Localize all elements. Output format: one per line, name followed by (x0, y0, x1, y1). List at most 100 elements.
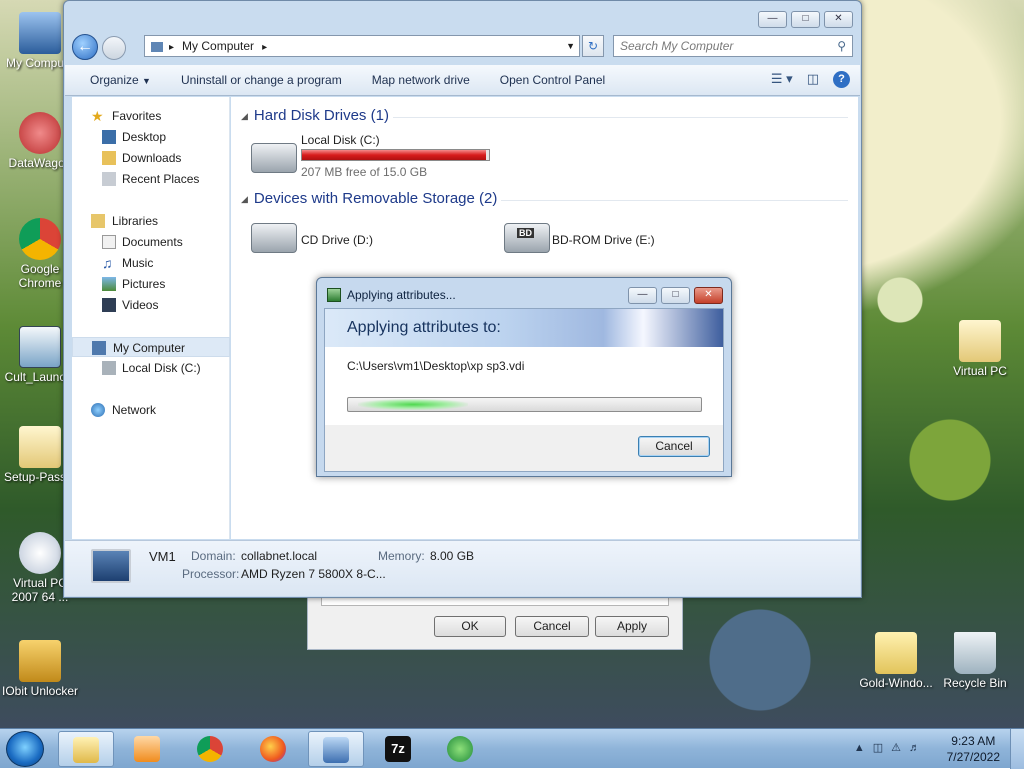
view-controls: ☰ ▾ ◫ ? (771, 71, 850, 88)
taskbar-download-manager[interactable] (433, 731, 489, 767)
group-hard-disk-drives[interactable]: ◢ Hard Disk Drives (1) (241, 107, 389, 124)
ok-button[interactable]: OK (434, 616, 506, 637)
chevron-right-icon: ▸ (169, 42, 175, 53)
group-removable-storage[interactable]: ◢ Devices with Removable Storage (2) (241, 190, 497, 207)
computer-name: VM1 (149, 549, 176, 564)
taskbar-7zip[interactable]: 7z (371, 731, 427, 767)
network-icon (91, 403, 105, 417)
taskbar-chrome[interactable] (183, 731, 239, 767)
refresh-button[interactable]: ↻ (582, 35, 604, 57)
domain-value: collabnet.local (241, 549, 318, 563)
uninstall-button[interactable]: Uninstall or change a program (166, 73, 357, 87)
folder-icon (19, 426, 61, 468)
cancel-button[interactable]: Cancel (638, 436, 710, 457)
minimize-button[interactable]: — (758, 11, 787, 28)
explorer-icon (73, 737, 99, 763)
desktop-icon-recycle-bin[interactable]: Recycle Bin (935, 632, 1015, 690)
drive-cd-d[interactable]: CD Drive (D:) (231, 217, 451, 265)
nav-network[interactable]: Network (72, 400, 230, 420)
close-button[interactable]: ✕ (824, 11, 853, 28)
taskbar-virtual-pc[interactable] (308, 731, 364, 767)
nav-downloads[interactable]: Downloads (72, 148, 230, 168)
nav-recent-places[interactable]: Recent Places (72, 169, 230, 189)
desktop-icon-iobit-unlocker[interactable]: IObit Unlocker (0, 640, 80, 698)
preview-pane-icon[interactable]: ◫ (807, 71, 819, 88)
window-controls: — □ ✕ (628, 287, 723, 304)
computer-icon (91, 549, 131, 583)
nav-libraries[interactable]: Libraries (72, 211, 230, 231)
nav-music[interactable]: ♫ Music (72, 253, 230, 273)
collapse-triangle-icon: ◢ (241, 110, 248, 121)
7zip-icon: 7z (385, 736, 411, 762)
properties-dialog: OK Cancel Apply (307, 598, 683, 650)
videos-icon (102, 298, 116, 312)
window-controls: — □ ✕ (758, 11, 853, 28)
desktop-icon-virtual-pc[interactable]: Virtual PC (940, 320, 1020, 378)
bd-drive-icon: BD (504, 223, 550, 253)
help-icon[interactable]: ? (833, 71, 850, 88)
computer-icon (19, 12, 61, 54)
address-bar[interactable]: ▸ My Computer ▸ ▼ (144, 35, 580, 57)
drive-name: CD Drive (D:) (301, 233, 373, 247)
drive-local-disk-c[interactable]: Local Disk (C:) 207 MB free of 15.0 GB (231, 127, 501, 187)
navigation-pane: ★ Favorites Desktop Downloads Recent Pla… (72, 97, 230, 539)
documents-icon (102, 235, 116, 249)
folder-icon (959, 320, 1001, 362)
domain-label: Domain: (191, 549, 236, 563)
show-desktop-button[interactable] (1010, 729, 1024, 769)
clock[interactable]: 9:23 AM 7/27/2022 (947, 733, 1000, 765)
collapse-triangle-icon: ◢ (241, 193, 248, 204)
nav-local-disk-c[interactable]: Local Disk (C:) (72, 358, 230, 378)
hard-drive-icon (251, 143, 297, 173)
cd-drive-icon (251, 223, 297, 253)
system-tray[interactable]: ▲◫⚠♬ (854, 741, 928, 754)
forward-button[interactable] (102, 36, 126, 60)
address-path: My Computer (182, 39, 255, 53)
nav-documents[interactable]: Documents (72, 232, 230, 252)
media-player-icon (134, 736, 160, 762)
drive-bd-rom-e[interactable]: BD BD-ROM Drive (E:) (486, 217, 706, 265)
progress-bar (347, 397, 702, 412)
chevron-right-icon: ▸ (262, 42, 268, 53)
hard-drive-icon (102, 361, 116, 375)
start-button[interactable] (6, 731, 44, 767)
minimize-button[interactable]: — (628, 287, 657, 304)
search-icon: ⚲ (837, 39, 846, 53)
nav-desktop[interactable]: Desktop (72, 127, 230, 147)
open-control-panel-button[interactable]: Open Control Panel (485, 73, 620, 87)
cancel-button[interactable]: Cancel (515, 616, 589, 637)
dialog-content: C:\Users\vm1\Desktop\xp sp3.vdi (325, 347, 723, 425)
taskbar-firefox[interactable] (246, 731, 302, 767)
nav-pictures[interactable]: Pictures (72, 274, 230, 294)
back-button[interactable]: ← (72, 34, 98, 60)
chevron-down-icon[interactable]: ▼ (566, 36, 575, 56)
nav-my-computer[interactable]: My Computer (72, 337, 230, 357)
pictures-icon (102, 277, 116, 291)
desktop-icon-gold-windows[interactable]: Gold-Windo... (856, 632, 936, 690)
properties-panel (321, 598, 669, 606)
maximize-button[interactable]: □ (791, 11, 820, 28)
search-input[interactable]: Search My Computer ⚲ (613, 35, 853, 57)
nav-videos[interactable]: Videos (72, 295, 230, 315)
dialog-heading: Applying attributes to: (347, 319, 501, 336)
virtual-pc-icon (323, 737, 349, 763)
taskbar-explorer[interactable] (58, 731, 114, 767)
close-button[interactable]: ✕ (694, 287, 723, 304)
memory-value: 8.00 GB (430, 549, 475, 563)
bd-badge: BD (517, 228, 534, 238)
desktop-icon (102, 130, 116, 144)
command-bar: Organize ▼ Uninstall or change a program… (65, 65, 860, 96)
launcher-icon (19, 326, 61, 368)
view-options-icon[interactable]: ☰ ▾ (771, 71, 793, 88)
organize-menu[interactable]: Organize ▼ (65, 73, 166, 87)
apply-button[interactable]: Apply (595, 616, 669, 637)
datawagon-icon (19, 112, 61, 154)
map-network-drive-button[interactable]: Map network drive (357, 73, 485, 87)
nav-favorites[interactable]: ★ Favorites (72, 106, 230, 126)
taskbar-media-player[interactable] (120, 731, 176, 767)
dialog-body: Applying attributes to: C:\Users\vm1\Des… (324, 308, 724, 472)
cd-icon (19, 532, 61, 574)
clock-time: 9:23 AM (951, 734, 996, 748)
maximize-button[interactable]: □ (661, 287, 690, 304)
star-icon: ★ (91, 108, 104, 124)
